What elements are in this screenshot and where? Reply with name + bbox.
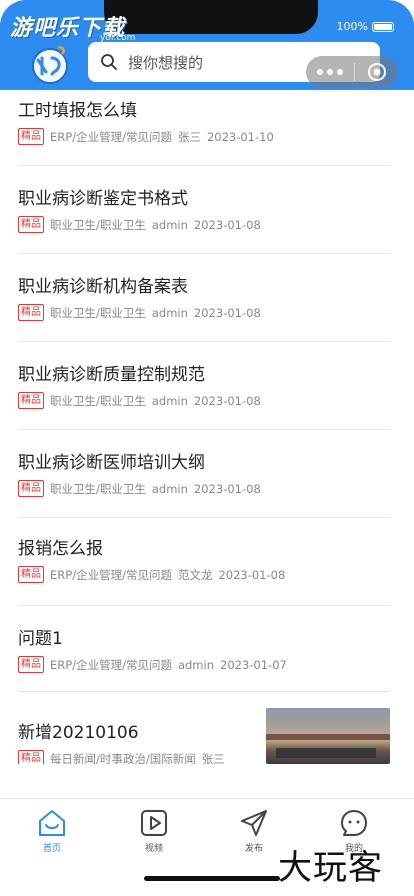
header-bar: 游吧乐下载 yol.com 100% 搜你想搜的 — [0, 0, 414, 90]
list-item[interactable]: 工时填报怎么填 精品 ERP/企业管理/常见问题 张三 2023-01-10 — [18, 90, 390, 166]
paper-plane-icon — [241, 810, 267, 836]
article-list: 工时填报怎么填 精品 ERP/企业管理/常见问题 张三 2023-01-10 职… — [0, 90, 414, 764]
battery-status: 100% — [337, 20, 394, 33]
item-title: 问题1 — [18, 629, 63, 649]
item-author: 张三 — [177, 129, 201, 144]
app-screen: 游吧乐下载 yol.com 100% 搜你想搜的 工时填报怎么填 精品 ERP/… — [0, 0, 414, 896]
item-date: 2023-01-08 — [193, 305, 261, 320]
quality-badge: 精品 — [18, 304, 44, 321]
tab-video-label: 视频 — [144, 844, 163, 854]
item-title: 职业病诊断机构备案表 — [18, 277, 188, 297]
quality-badge: 精品 — [18, 128, 44, 145]
list-item[interactable]: 问题1 精品 ERP/企业管理/常见问题 admin 2023-01-07 — [18, 606, 390, 692]
list-item[interactable]: 职业病诊断医师培训大纲 精品 职业卫生/职业卫生 admin 2023-01-0… — [18, 430, 390, 518]
item-meta: 精品 职业卫生/职业卫生 admin 2023-01-08 — [18, 392, 261, 409]
item-category: 职业卫生/职业卫生 — [50, 305, 146, 320]
search-placeholder: 搜你想搜的 — [128, 53, 204, 72]
quality-badge: 精品 — [18, 750, 44, 764]
list-item[interactable]: 职业病诊断质量控制规范 精品 职业卫生/职业卫生 admin 2023-01-0… — [18, 342, 390, 430]
home-icon — [39, 810, 65, 836]
dot-icon — [317, 69, 323, 75]
item-date: 2023-01-08 — [193, 217, 261, 232]
item-date: 2023-01-07 — [220, 657, 287, 672]
item-title: 职业病诊断质量控制规范 — [18, 365, 205, 385]
item-meta: 精品 职业卫生/职业卫生 admin 2023-01-08 — [18, 304, 261, 321]
item-category: ERP/企业管理/常见问题 — [50, 567, 172, 582]
smiley-icon — [341, 810, 367, 836]
item-title: 职业病诊断鉴定书格式 — [18, 189, 188, 209]
miniapp-capsule — [306, 56, 398, 88]
tab-video[interactable]: 视频 — [124, 807, 184, 854]
item-category: ERP/企业管理/常见问题 — [50, 657, 172, 672]
quality-badge: 精品 — [18, 216, 44, 233]
list-item[interactable]: 新增20210106 精品 每日新闻/时事政治/国际新闻 张三 — [18, 692, 390, 764]
item-title: 工时填报怎么填 — [18, 101, 137, 121]
item-author: admin — [151, 393, 188, 408]
list-item[interactable]: 职业病诊断鉴定书格式 精品 职业卫生/职业卫生 admin 2023-01-08 — [18, 166, 390, 254]
video-play-icon — [141, 810, 167, 836]
device-notch — [104, 0, 318, 34]
close-miniapp-button[interactable] — [355, 62, 398, 82]
item-date: 2023-01-08 — [193, 393, 261, 408]
item-meta: 精品 ERP/企业管理/常见问题 张三 2023-01-10 — [18, 128, 274, 145]
item-author: admin — [151, 481, 188, 496]
tab-publish-label: 发布 — [244, 844, 263, 854]
app-logo-icon — [32, 46, 68, 84]
item-category: 职业卫生/职业卫生 — [50, 481, 146, 496]
search-icon — [101, 54, 117, 70]
tab-publish[interactable]: 发布 — [224, 807, 284, 854]
tab-home-label: 首页 — [42, 844, 61, 854]
item-category: 职业卫生/职业卫生 — [50, 217, 146, 232]
item-meta: 精品 每日新闻/时事政治/国际新闻 张三 — [18, 750, 225, 764]
item-category: 职业卫生/职业卫生 — [50, 393, 146, 408]
dot-icon — [327, 69, 333, 75]
quality-badge: 精品 — [18, 566, 44, 583]
item-title: 新增20210106 — [18, 723, 139, 743]
quality-badge: 精品 — [18, 656, 44, 673]
record-icon — [367, 63, 386, 81]
quality-badge: 精品 — [18, 392, 44, 409]
battery-percent: 100% — [336, 20, 368, 33]
item-meta: 精品 职业卫生/职业卫生 admin 2023-01-08 — [18, 216, 261, 233]
item-author: admin — [151, 305, 188, 320]
home-indicator — [144, 876, 280, 881]
item-title: 职业病诊断医师培训大纲 — [18, 453, 205, 473]
item-meta: 精品 职业卫生/职业卫生 admin 2023-01-08 — [18, 480, 261, 497]
item-date: 2023-01-10 — [206, 129, 274, 144]
list-item[interactable]: 职业病诊断机构备案表 精品 职业卫生/职业卫生 admin 2023-01-08 — [18, 254, 390, 342]
item-date: 2023-01-08 — [218, 567, 286, 582]
item-author: admin — [177, 657, 214, 672]
item-meta: 精品 ERP/企业管理/常见问题 admin 2023-01-07 — [18, 656, 287, 673]
corner-watermark: 大玩客 — [278, 848, 383, 888]
item-category: 每日新闻/时事政治/国际新闻 — [50, 751, 196, 765]
tab-home[interactable]: 首页 — [22, 807, 82, 854]
more-menu-button[interactable] — [306, 69, 354, 75]
list-item[interactable]: 报销怎么报 精品 ERP/企业管理/常见问题 范文龙 2023-01-08 — [18, 518, 390, 606]
battery-icon — [372, 21, 394, 32]
item-thumbnail — [266, 708, 390, 764]
item-author: admin — [151, 217, 188, 232]
item-title: 报销怎么报 — [18, 539, 103, 559]
item-author: 范文龙 — [177, 567, 213, 582]
item-meta: 精品 ERP/企业管理/常见问题 范文龙 2023-01-08 — [18, 566, 285, 583]
item-category: ERP/企业管理/常见问题 — [50, 129, 172, 144]
dot-icon — [337, 69, 343, 75]
quality-badge: 精品 — [18, 480, 44, 497]
item-date: 2023-01-08 — [193, 481, 261, 496]
item-author: 张三 — [201, 751, 225, 765]
